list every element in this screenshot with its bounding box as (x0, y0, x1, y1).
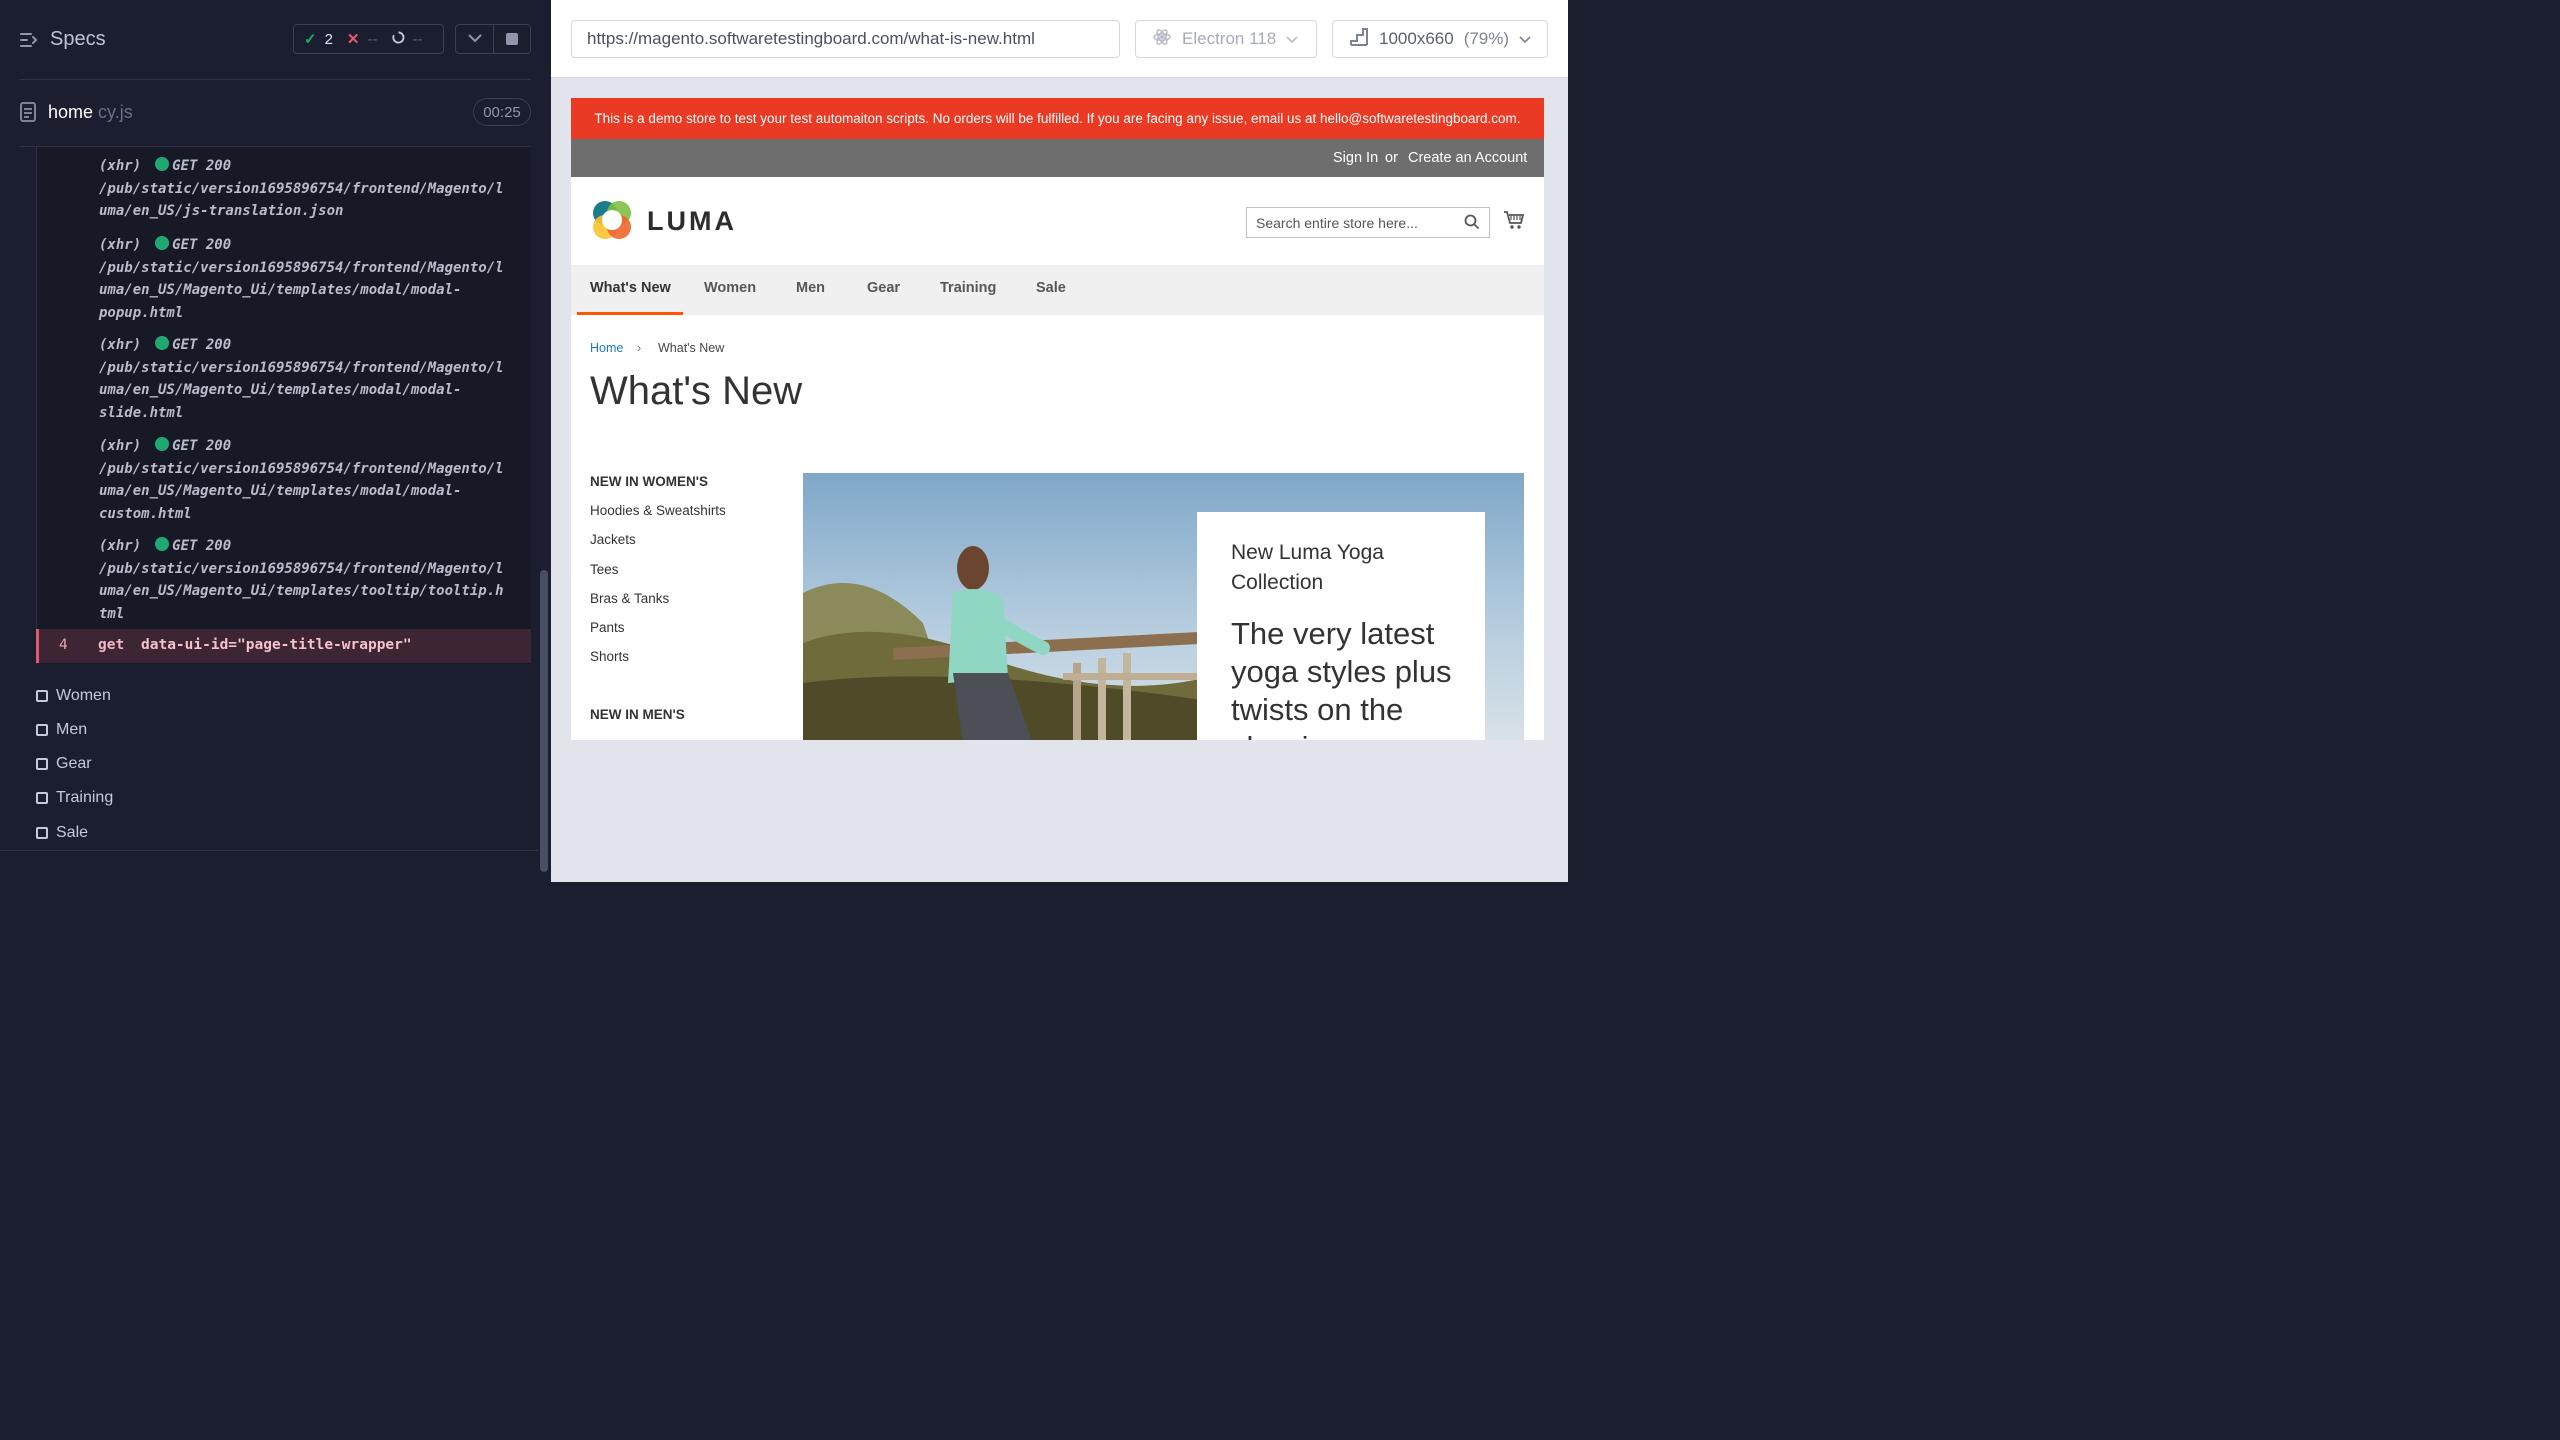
specs-list-icon (20, 32, 38, 48)
category-link[interactable]: Shorts (590, 649, 629, 664)
chevron-down-icon (1286, 29, 1298, 49)
breadcrumb-current: What's New (658, 341, 725, 355)
category-link[interactable]: Hoodies & Sweatshirts (590, 503, 726, 518)
category-link[interactable]: Bras & Tanks (590, 591, 669, 606)
command-log: (xhr) GET 200 /pub/static/version16958967… (36, 147, 531, 664)
nav-active-indicator (577, 312, 683, 315)
viewport-selector[interactable]: 1000x660 (79%) (1332, 20, 1548, 58)
stop-icon (506, 33, 518, 45)
test-item-training[interactable]: Training (36, 788, 113, 808)
store-header: LUMA Search entire store here... (571, 177, 1544, 265)
url-bar[interactable]: https://magento.softwaretestingboard.com… (571, 20, 1120, 58)
viewport-scale: (79%) (1463, 29, 1510, 48)
cart-icon[interactable] (1503, 210, 1525, 235)
women-category-heading: NEW IN WOMEN'S (590, 474, 708, 489)
status-dot-icon (155, 437, 170, 451)
aut-iframe: This is a demo store to test your test a… (571, 98, 1544, 740)
app-under-test-panel: https://magento.softwaretestingboard.com… (551, 0, 1568, 882)
sign-in-link[interactable]: Sign In (1333, 150, 1378, 166)
luma-logo-icon[interactable] (590, 198, 634, 247)
command-arg: data-ui-id="page-title-wrapper" (141, 637, 412, 653)
breadcrumb-home[interactable]: Home (590, 341, 623, 355)
hero-text-card: New Luma Yoga Collection The very latest… (1197, 512, 1485, 740)
specs-toggle[interactable]: Specs (20, 28, 106, 51)
nav-gear[interactable]: Gear (867, 280, 900, 296)
nav-whats-new[interactable]: What's New (590, 280, 671, 296)
chevron-down-icon (1519, 29, 1531, 49)
command-number: 4 (59, 637, 68, 653)
command-name: get (98, 637, 125, 653)
spec-duration: 00:25 (473, 98, 531, 126)
test-item-women[interactable]: Women (36, 686, 111, 706)
main-navigation: What's New Women Men Gear Training Sale (571, 265, 1544, 315)
browser-name: Electron 118 (1182, 29, 1277, 48)
passed-check-icon: ✓ (304, 31, 317, 48)
test-item-sale[interactable]: Sale (36, 823, 88, 843)
search-icon[interactable] (1464, 214, 1480, 233)
chevron-down-icon (467, 30, 482, 48)
log-entry[interactable]: (xhr) GET 200 /pub/static/version16958967… (99, 334, 529, 424)
status-dot-icon (155, 336, 170, 350)
luma-logo-text[interactable]: LUMA (647, 206, 737, 237)
nav-training[interactable]: Training (940, 280, 996, 296)
category-link[interactable]: Jackets (590, 532, 636, 547)
hero-subtitle: New Luma Yoga Collection (1231, 541, 1384, 594)
nav-sale[interactable]: Sale (1036, 280, 1066, 296)
status-dot-icon (155, 157, 170, 171)
log-entry[interactable]: (xhr) GET 200 /pub/static/version16958967… (99, 155, 529, 223)
status-dot-icon (155, 537, 170, 551)
men-category-heading: NEW IN MEN'S (590, 707, 685, 722)
breadcrumb-separator-icon: › (637, 341, 642, 355)
test-stats: ✓ 2 ✕ -- -- (293, 24, 444, 54)
checkbox-icon (36, 758, 48, 770)
pending-count: -- (412, 30, 423, 48)
stop-button[interactable] (493, 24, 531, 54)
test-item-gear[interactable]: Gear (36, 754, 92, 774)
nav-women[interactable]: Women (704, 280, 756, 296)
demo-notice-banner: This is a demo store to test your test a… (571, 98, 1544, 139)
spec-file-name[interactable]: home cy.js (48, 102, 133, 123)
specs-label: Specs (50, 28, 106, 50)
status-dot-icon (155, 236, 170, 250)
log-entry[interactable]: (xhr) GET 200 /pub/static/version16958967… (99, 535, 529, 625)
file-icon (20, 102, 36, 127)
divider (0, 850, 538, 851)
failed-x-icon: ✕ (346, 31, 360, 48)
checkbox-icon (36, 690, 48, 702)
browser-toolbar: https://magento.softwaretestingboard.com… (551, 0, 1568, 78)
browser-selector[interactable]: Electron 118 (1135, 20, 1317, 58)
electron-icon (1152, 27, 1172, 52)
yoga-collection-banner[interactable]: New Luma Yoga Collection The very latest… (803, 473, 1524, 740)
category-link[interactable]: Tees (590, 562, 619, 577)
checkbox-icon (36, 724, 48, 736)
cypress-runner-panel: Specs ✓ 2 ✕ -- -- home cy.js 00:25 (xhr)… (0, 0, 551, 882)
search-input[interactable]: Search entire store here... (1246, 207, 1490, 238)
hero-title: The very latest yoga styles plus twists … (1231, 616, 1452, 740)
account-bar: Sign In or Create an Account (571, 139, 1544, 177)
category-link[interactable]: Pants (590, 620, 625, 635)
viewport-ruler-icon (1349, 27, 1369, 52)
page-title: What's New (590, 369, 803, 413)
checkbox-icon (36, 792, 48, 804)
passed-count: 2 (324, 30, 333, 48)
failed-command[interactable]: 4 get data-ui-id="page-title-wrapper" (36, 629, 531, 663)
log-entry[interactable]: (xhr) GET 200 /pub/static/version16958967… (99, 234, 529, 324)
auto-scroll-button[interactable] (455, 24, 494, 54)
pending-spinner-icon (391, 30, 405, 48)
failed-count: -- (367, 30, 378, 48)
create-account-link[interactable]: Create an Account (1408, 150, 1527, 166)
command-log-scrollbar[interactable] (540, 570, 548, 872)
test-item-men[interactable]: Men (36, 720, 87, 740)
specs-header: Specs ✓ 2 ✕ -- -- (0, 0, 551, 80)
spec-file-header: home cy.js 00:25 (0, 80, 551, 146)
checkbox-icon (36, 827, 48, 839)
viewport-size: 1000x660 (1379, 29, 1454, 48)
nav-men[interactable]: Men (796, 280, 825, 296)
log-entry[interactable]: (xhr) GET 200 /pub/static/version16958967… (99, 435, 529, 525)
or-text: or (1385, 150, 1398, 166)
